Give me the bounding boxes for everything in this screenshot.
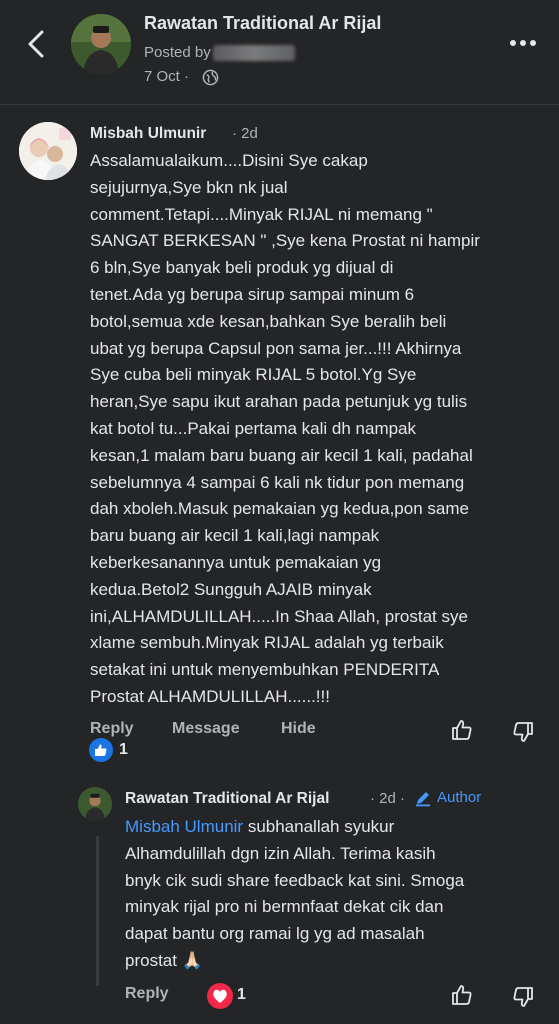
like-reaction-icon[interactable] (89, 738, 113, 762)
reply-reply-button[interactable]: Reply (125, 985, 169, 1003)
comment-line: baru buang air kecil 1 kali,lagi nampak (90, 526, 380, 546)
post-date-text: 7 Oct (144, 68, 180, 85)
comment-line: keberkesanannya untuk pemakaian yg (90, 552, 382, 572)
reply-line: minyak rijal pro ni bermnfaat dekat cik … (125, 897, 444, 917)
author-badge-icon (416, 792, 430, 807)
reply-last-line: prostat 🙏🏻 (125, 948, 545, 975)
praying-hands-emoji: 🙏🏻 (181, 950, 203, 970)
page-title[interactable]: Rawatan Traditional Ar Rijal (144, 13, 381, 34)
comment-line: SANGAT BERKESAN " ,Sye kena Prostat ni h… (90, 231, 480, 251)
comment-line: heran,Sye sapu ikut arahan pada petunjuk… (90, 392, 468, 412)
comment-time: · 2d (232, 125, 258, 142)
reaction-count[interactable]: 1 (119, 741, 128, 759)
page-avatar[interactable] (71, 14, 131, 74)
reply-time: · 2d · (370, 790, 406, 807)
comment-line: setakat ini untuk menyembuhkan PENDERITA (90, 660, 440, 680)
reply-dislike-icon[interactable] (511, 985, 535, 1009)
comment-line: sejujurnya,Sye bkn nk jual (90, 177, 288, 197)
comment-line: botol,semua xde kesan,bahkan Sye beralih… (90, 311, 447, 331)
more-options-icon[interactable] (508, 38, 538, 48)
thread-line (96, 836, 99, 986)
comment-line: ubat yg berupa Capsul pon sama jer...!!!… (90, 338, 462, 358)
commenter-avatar[interactable] (19, 122, 77, 180)
reply-button[interactable]: Reply (90, 720, 134, 738)
love-reaction-icon[interactable] (207, 983, 233, 1009)
comment-line: Prostat ALHAMDULILLAH......!!! (90, 686, 330, 706)
dislike-icon[interactable] (511, 720, 535, 744)
comment-body: Assalamualaikum....Disini Sye cakap seju… (90, 148, 545, 711)
comment-line: dah xboleh.Masuk pemakaian yg kedua,pon … (90, 499, 469, 519)
back-arrow-icon[interactable] (22, 28, 52, 60)
reply-body: Misbah Ulmunir subhanallah syukur Alhamd… (125, 814, 545, 975)
posted-by: Posted by (144, 44, 295, 62)
reply-author-avatar[interactable] (78, 787, 112, 821)
comment-line: ini,ALHAMDULILLAH.....In Shaa Allah, pro… (90, 606, 468, 626)
reply-line-1: Misbah Ulmunir subhanallah syukur (125, 814, 545, 841)
like-icon[interactable] (450, 718, 474, 742)
mention-link[interactable]: Misbah Ulmunir (125, 817, 243, 836)
date-separator: · (184, 68, 190, 85)
globe-icon (202, 69, 219, 86)
comment-line: Sye cuba beli minyak RIJAL 5 botol.Yg Sy… (90, 365, 417, 385)
reply-line: dapat bantu org ramai lg yg ad masalah (125, 924, 425, 944)
hide-button[interactable]: Hide (281, 720, 316, 738)
comment-line: comment.Tetapi....Minyak RIJAL ni memang… (90, 204, 433, 224)
comment-line: xlame sembuh.Minyak RIJAL adalah yg terb… (90, 633, 444, 653)
post-date: 7 Oct · (144, 68, 189, 85)
reply-line-1-text: subhanallah syukur (243, 817, 395, 836)
comment-line: 6 bln,Sye banyak beli produk yg dijual d… (90, 258, 394, 278)
comment-line: kedua.Betol2 Sungguh AJAIB minyak (90, 579, 372, 599)
reply-like-icon[interactable] (450, 983, 474, 1007)
redacted-name (212, 45, 295, 62)
posted-by-label: Posted by (144, 44, 211, 61)
comment-line: tenet.Ada yg berupa sirup sampai minum 6 (90, 284, 415, 304)
reply-line-prostat: prostat (125, 950, 177, 970)
comment-line: kat botol tu...Pakai pertama kali dh nam… (90, 418, 417, 438)
reply-reaction-count[interactable]: 1 (237, 986, 246, 1004)
reply-line: bnyk cik sudi share feedback kat sini. S… (125, 870, 465, 890)
reply-line: Alhamdulillah dgn izin Allah. Terima kas… (125, 843, 436, 863)
message-button[interactable]: Message (172, 720, 240, 738)
reply-author-name[interactable]: Rawatan Traditional Ar Rijal (125, 790, 329, 808)
author-badge: Author (437, 789, 482, 806)
post-header: Rawatan Traditional Ar Rijal Posted by 7… (0, 0, 559, 105)
comment-line: kesan,1 malam baru buang air kecil 1 kal… (90, 445, 473, 465)
comment-line: sebelumnya 4 sampai 6 kali nk tidur pon … (90, 472, 465, 492)
commenter-name[interactable]: Misbah Ulmunir (90, 125, 206, 143)
comment-line: Assalamualaikum....Disini Sye cakap (90, 151, 368, 170)
